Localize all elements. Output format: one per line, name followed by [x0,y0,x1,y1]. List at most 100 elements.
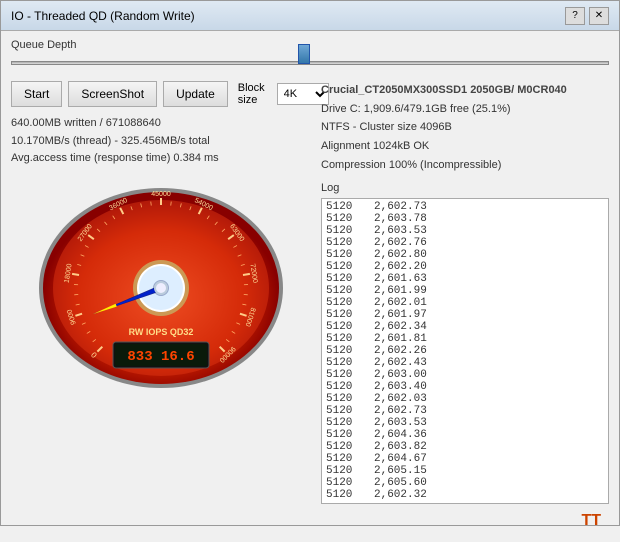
log-row: 5120 2,601.81 [326,333,604,345]
log-label: Log [321,182,609,194]
svg-text:45000: 45000 [151,191,171,198]
main-area: Start ScreenShot Update Block size 4K 51… [11,81,609,534]
log-num: 5120 [326,201,366,213]
log-num: 5120 [326,405,366,417]
log-num: 5120 [326,381,366,393]
log-val: 2,603.78 [374,213,427,225]
log-num: 5120 [326,489,366,501]
log-row: 5120 2,604.67 [326,453,604,465]
log-num: 5120 [326,357,366,369]
written-stat: 640.00MB written / 671088640 [11,115,311,133]
help-button[interactable]: ? [565,7,585,25]
log-num: 5120 [326,333,366,345]
log-num: 5120 [326,213,366,225]
main-window: IO - Threaded QD (Random Write) ? ✕ Queu… [0,0,620,526]
log-val: 2,603.53 [374,417,427,429]
device-fs: NTFS - Cluster size 4096B [321,118,609,137]
stats-section: 640.00MB written / 671088640 10.170MB/s … [11,115,311,168]
log-num: 5120 [326,453,366,465]
log-val: 2,602.34 [374,321,427,333]
log-num: 5120 [326,297,366,309]
log-row: 51202,602.80 [326,249,604,261]
left-panel: Start ScreenShot Update Block size 4K 51… [11,81,311,534]
log-val: 2,602.20 [374,261,427,273]
gauge-container: 0 9000 18000 27000 36000 45000 54000 630… [11,180,311,390]
svg-text:833 16.6: 833 16.6 [127,349,194,365]
title-controls: ? ✕ [565,7,609,25]
log-row: 5120 2,603.53 [326,225,604,237]
log-num: 5120 [326,477,366,489]
log-val: 2,602.32 [374,489,427,501]
device-compression: Compression 100% (Incompressible) [321,156,609,175]
log-num: 5120 [326,393,366,405]
log-row: 51202,602.73 [326,201,604,213]
window-title: IO - Threaded QD (Random Write) [11,9,195,23]
device-name: Crucial_CT2050MX300SSD1 2050GB/ M0CR040 [321,81,609,100]
log-val: 2,601.99 [374,285,427,297]
log-val: 2,604.67 [374,453,427,465]
slider-thumb[interactable] [298,44,310,64]
log-val: 2,601.81 [374,333,427,345]
log-row: 5120 2,602.32 [326,489,604,501]
log-val: 2,603.82 [374,441,427,453]
log-num: 5120 [326,309,366,321]
log-val: 2,602.73 [374,405,427,417]
log-val: 2,602.03 [374,393,427,405]
button-row: Start ScreenShot Update Block size 4K 51… [11,81,311,107]
log-val: 2,604.36 [374,429,427,441]
log-val: 2,602.26 [374,345,427,357]
log-row: 51202,602.01 [326,297,604,309]
avg-access-stat: Avg.access time (response time) 0.384 ms [11,150,311,168]
log-num: 5120 [326,345,366,357]
log-val: 2,602.76 [374,237,427,249]
log-val: 2,605.15 [374,465,427,477]
device-alignment: Alignment 1024kB OK [321,137,609,156]
close-button[interactable]: ✕ [589,7,609,25]
start-button[interactable]: Start [11,81,62,107]
log-row: 5120 2,603.00 [326,369,604,381]
log-row: 51202,605.15 [326,465,604,477]
content-area: Queue Depth // Will be populated by JS [1,31,619,542]
log-row: 51202,602.43 [326,357,604,369]
log-row: 5120 2,602.73 [326,405,604,417]
screenshot-button[interactable]: ScreenShot [68,81,157,107]
log-row: 5120 2,601.99 [326,285,604,297]
device-drive: Drive C: 1,909.6/479.1GB free (25.1%) [321,100,609,119]
svg-text:RW IOPS QD32: RW IOPS QD32 [129,327,194,337]
log-num: 5120 [326,285,366,297]
log-num: 5120 [326,417,366,429]
log-num: 5120 [326,261,366,273]
title-bar: IO - Threaded QD (Random Write) ? ✕ [1,1,619,31]
bottom-logo: TT [321,508,609,534]
device-info: Crucial_CT2050MX300SSD1 2050GB/ M0CR040 … [321,81,609,174]
update-button[interactable]: Update [163,81,228,107]
block-size-label: Block size [238,82,273,106]
log-row: 51202,602.76 [326,237,604,249]
queue-depth-section: Queue Depth // Will be populated by JS [11,39,609,75]
log-num: 5120 [326,429,366,441]
slider-track[interactable] [11,61,609,65]
log-num: 5120 [326,321,366,333]
log-row: 51202,601.63 [326,273,604,285]
tt-logo: TT [581,512,601,530]
log-num: 5120 [326,441,366,453]
slider-container [11,53,609,73]
log-row: 5120 2,603.40 [326,381,604,393]
log-row: 5120 2,603.53 [326,417,604,429]
log-val: 2,603.00 [374,369,427,381]
log-num: 5120 [326,225,366,237]
log-row: 5120 2,602.26 [326,345,604,357]
throughput-stat: 10.170MB/s (thread) - 325.456MB/s total [11,133,311,151]
log-val: 2,603.53 [374,225,427,237]
log-val: 2,601.97 [374,309,427,321]
queue-depth-label: Queue Depth [11,39,609,51]
log-row: 5120 2,602.34 [326,321,604,333]
log-val: 2,602.80 [374,249,427,261]
log-val: 2,605.60 [374,477,427,489]
right-panel: Crucial_CT2050MX300SSD1 2050GB/ M0CR040 … [321,81,609,534]
log-container[interactable]: 51202,602.7351202,603.7851202,603.535120… [321,198,609,504]
log-num: 5120 [326,369,366,381]
log-val: 2,603.40 [374,381,427,393]
log-row: 5120 2,602.20 [326,261,604,273]
log-num: 5120 [326,273,366,285]
